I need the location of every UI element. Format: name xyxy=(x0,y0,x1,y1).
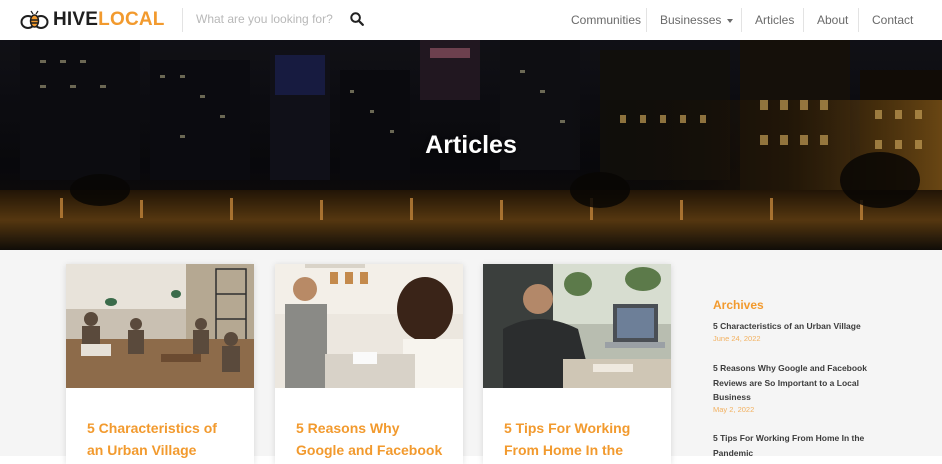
nav-divider xyxy=(646,8,647,32)
cafe-photo xyxy=(66,264,254,388)
archives-heading: Archives xyxy=(713,298,764,312)
archive-link[interactable]: 5 Characteristics of an Urban Village xyxy=(713,319,888,334)
chevron-down-icon xyxy=(727,18,734,23)
nav-communities[interactable]: Communities xyxy=(571,13,641,27)
logo-local-text: LOCAL xyxy=(98,9,165,30)
search-icon[interactable] xyxy=(350,12,364,26)
nav-businesses-label: Businesses xyxy=(660,13,722,27)
nav-contact[interactable]: Contact xyxy=(872,13,913,27)
site-header: HIVELOCAL What are you looking for? Comm… xyxy=(0,0,942,40)
nav-about[interactable]: About xyxy=(817,13,848,27)
workfromhome-photo xyxy=(483,264,671,388)
article-card[interactable]: 5 Tips For Working From Home In the xyxy=(483,264,671,464)
logo[interactable]: HIVELOCAL xyxy=(20,9,165,31)
card-title[interactable]: 5 Tips For Working From Home In the xyxy=(504,417,654,461)
logo-wordmark: HIVELOCAL xyxy=(53,9,165,31)
nav-articles[interactable]: Articles xyxy=(755,13,794,27)
archive-link[interactable]: 5 Reasons Why Google and Facebook Review… xyxy=(713,361,888,405)
article-card[interactable]: 5 Characteristics of an Urban Village xyxy=(66,264,254,464)
hero-banner: Articles xyxy=(0,40,942,250)
page-title: Articles xyxy=(425,131,517,159)
archive-date: June 24, 2022 xyxy=(713,334,761,343)
card-title[interactable]: 5 Reasons Why Google and Facebook xyxy=(296,417,446,461)
logo-hive-text: HIVE xyxy=(53,9,99,30)
archive-date: May 2, 2022 xyxy=(713,405,755,414)
bee-logo-icon xyxy=(20,10,49,29)
card-image-workfromhome[interactable] xyxy=(483,264,671,388)
search-input[interactable]: What are you looking for? xyxy=(196,12,333,26)
card-image-shop[interactable] xyxy=(275,264,463,388)
card-image-cafe[interactable] xyxy=(66,264,254,388)
nav-divider xyxy=(858,8,859,32)
nav-divider xyxy=(741,8,742,32)
nav-businesses[interactable]: Businesses xyxy=(660,13,734,27)
card-title[interactable]: 5 Characteristics of an Urban Village xyxy=(87,417,237,461)
article-card[interactable]: 5 Reasons Why Google and Facebook xyxy=(275,264,463,464)
shop-photo xyxy=(275,264,463,388)
header-divider xyxy=(182,8,183,32)
nav-divider xyxy=(803,8,804,32)
